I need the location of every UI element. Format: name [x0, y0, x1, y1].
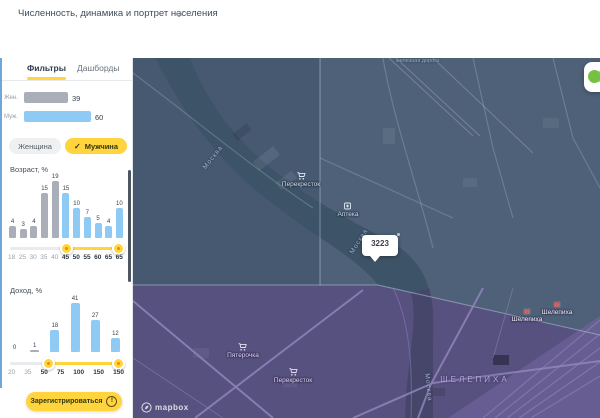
- axis-tick: 18: [8, 254, 15, 261]
- map-toolbar: [0, 28, 600, 59]
- poi-marker[interactable]: Аптека: [338, 202, 359, 218]
- gender-bar-value: 60: [95, 113, 103, 122]
- axis-tick: 40: [51, 254, 58, 261]
- sidebar-tabs: Фильтры Дашборды: [0, 58, 132, 81]
- poi-marker[interactable]: Пятерочка: [227, 343, 259, 359]
- axis-tick: 35: [40, 254, 47, 261]
- gender-bar-value: 39: [72, 94, 80, 103]
- chart-bar: 7: [84, 210, 91, 238]
- axis-tick: 55: [83, 254, 90, 261]
- chart-bar: 4: [9, 219, 16, 238]
- income-chart-title: Доход, %: [10, 286, 42, 295]
- axis-tick: 30: [30, 254, 37, 261]
- income-axis-ticks: 20 35 50 75 100 150 150: [8, 369, 124, 376]
- chart-bar: 15: [41, 186, 48, 238]
- age-axis-ticks: 1825303540455055606565: [8, 254, 123, 261]
- chart-bar: 10: [73, 201, 80, 238]
- app-window: Численность, динамика и портрет населени…: [0, 0, 600, 418]
- map-value-popup[interactable]: 3223: [362, 235, 398, 256]
- cart-icon: [297, 172, 306, 180]
- chart-bar: 4: [105, 219, 112, 238]
- map-canvas[interactable]: железная дорога Москва Москва Москва Пер…: [133, 58, 600, 418]
- chart-bar: 41: [71, 296, 80, 352]
- chart-bar: 12: [111, 331, 120, 352]
- popup-badge-dot: [397, 233, 400, 236]
- gender-row: Муж. 60: [0, 111, 133, 123]
- sidebar-scrollbar[interactable]: [128, 170, 131, 282]
- axis-tick: 60: [94, 254, 101, 261]
- panel-edge-highlight: [0, 58, 2, 388]
- axis-tick: 45: [62, 254, 69, 261]
- chevron-down-icon: [174, 11, 184, 18]
- chart-bar: 15: [62, 186, 69, 238]
- tab-dashboards[interactable]: Дашборды: [77, 58, 120, 80]
- chart-bar: 0: [10, 345, 19, 352]
- filters-sidebar: Фильтры Дашборды Жен. 39 Муж. 60 Женщина Му…: [0, 58, 133, 418]
- axis-tick: 65: [116, 254, 123, 261]
- slider-active-range: [48, 362, 118, 365]
- chart-bar: 4: [30, 219, 37, 238]
- layer-select-dropdown[interactable]: Численность, динамика и портрет населени…: [18, 0, 218, 28]
- cart-icon: [238, 343, 247, 351]
- axis-tick: 150: [93, 369, 104, 376]
- metro-icon: [524, 308, 530, 316]
- female-filter-button[interactable]: Женщина: [9, 138, 61, 154]
- age-bar-chart: 4341519151075410: [9, 178, 123, 238]
- axis-tick: 50: [41, 369, 48, 376]
- chart-bar: 18: [50, 323, 59, 352]
- mapbox-logo-icon: [141, 402, 152, 413]
- axis-tick: 50: [73, 254, 80, 261]
- gender-bar: [24, 111, 91, 122]
- axis-tick: 75: [57, 369, 64, 376]
- register-button[interactable]: Зарегистрироваться: [26, 392, 122, 411]
- check-icon: [74, 142, 81, 151]
- axis-tick: 100: [73, 369, 84, 376]
- axis-tick: 25: [19, 254, 26, 261]
- gender-bar: [24, 92, 68, 103]
- chart-bar: 3: [20, 222, 27, 238]
- metro-station-marker[interactable]: Шелепиха: [512, 308, 543, 323]
- income-bar-chart: 0118412712: [10, 300, 120, 352]
- chart-bar: 27: [91, 313, 100, 352]
- gender-row-label: Муж.: [4, 114, 18, 120]
- poi-marker[interactable]: Перекресток: [282, 172, 320, 188]
- logo-green-circle-icon: [588, 70, 600, 83]
- gender-row: Жен. 39: [0, 92, 133, 104]
- mapbox-attribution[interactable]: mapbox: [141, 402, 189, 413]
- pharmacy-icon: [344, 202, 352, 210]
- chart-bar: 10: [116, 201, 123, 238]
- axis-tick: 65: [105, 254, 112, 261]
- chart-bar: 19: [52, 174, 59, 238]
- chart-bar: 1: [30, 343, 39, 352]
- axis-tick: 35: [24, 369, 31, 376]
- top-bar: Численность, динамика и портрет населени…: [0, 0, 600, 29]
- metro-icon: [554, 301, 560, 309]
- cart-icon: [289, 368, 298, 376]
- district-name-label: ШЕЛЕПИХА: [440, 375, 509, 384]
- gender-row-label: Жен.: [4, 95, 18, 101]
- male-filter-button[interactable]: Мужчина: [65, 138, 127, 154]
- axis-tick: 20: [8, 369, 15, 376]
- tab-filters[interactable]: Фильтры: [27, 58, 66, 80]
- poi-marker[interactable]: Перекресток: [274, 368, 312, 384]
- metro-station-marker[interactable]: Шелепиха: [542, 301, 573, 316]
- slider-active-range: [66, 247, 118, 250]
- age-chart-title: Возраст, %: [10, 165, 48, 174]
- axis-tick: 150: [113, 369, 124, 376]
- map-layers-button[interactable]: [584, 62, 600, 92]
- info-icon: [106, 396, 117, 407]
- railway-map-label: железная дорога: [396, 58, 439, 64]
- chart-bar: 5: [95, 216, 102, 238]
